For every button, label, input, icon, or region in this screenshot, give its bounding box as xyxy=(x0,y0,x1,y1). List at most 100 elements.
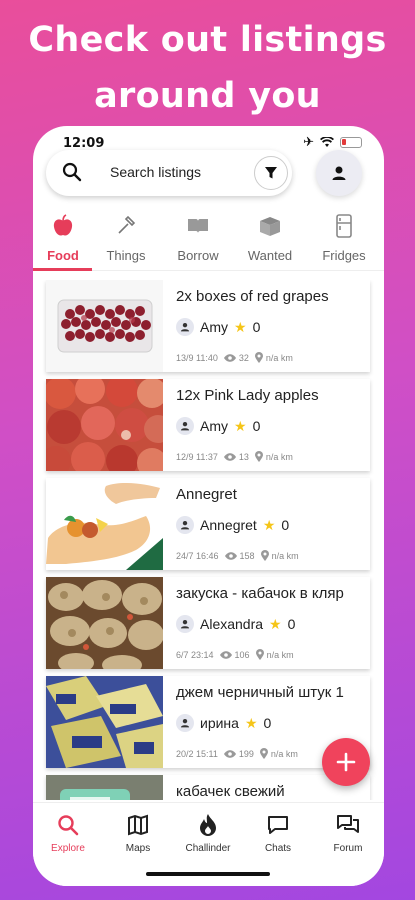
search-input[interactable]: Search listings xyxy=(110,164,201,180)
listing-thumbnail xyxy=(46,478,163,570)
illustration-image xyxy=(46,478,163,570)
nav-maps[interactable]: Maps xyxy=(103,811,173,854)
battery-icon xyxy=(340,137,362,148)
phone-screen: 12:09 ✈ Search listings Food Things Borr… xyxy=(33,126,384,886)
listing-title: закуска - кабачок в кляр xyxy=(176,585,344,602)
listing-date: 12/9 11:37 xyxy=(176,451,218,462)
hammer-icon xyxy=(118,215,136,234)
star-icon: ★ xyxy=(234,318,247,335)
user-icon xyxy=(180,718,190,728)
tab-things[interactable]: Things xyxy=(91,212,161,263)
search-bar[interactable]: Search listings xyxy=(46,150,292,196)
nav-forum[interactable]: Forum xyxy=(313,811,383,854)
star-icon: ★ xyxy=(262,516,276,533)
user-icon xyxy=(180,520,190,530)
snack-image xyxy=(46,577,163,669)
listing-meta: 6/7 23:14 106 n/a km xyxy=(176,649,294,660)
listing-card[interactable]: Annegret Annegret ★ 0 24/7 16:46 158 n/a… xyxy=(46,478,370,570)
listing-card[interactable]: джем черничный штук 1 ирина ★ 0 20/2 15:… xyxy=(46,676,370,768)
tab-food[interactable]: Food xyxy=(33,212,98,263)
nav-explore[interactable]: Explore xyxy=(33,811,103,854)
listing-date: 20/2 15:11 xyxy=(176,748,218,759)
tab-borrow[interactable]: Borrow xyxy=(163,212,233,263)
user-name: Alexandra xyxy=(200,616,264,632)
tab-label: Things xyxy=(106,248,146,263)
listing-user: Annegret ★ 0 xyxy=(176,516,289,534)
listing-distance: n/a km xyxy=(270,748,298,759)
nav-label: Challinder xyxy=(185,843,231,854)
listing-meta: 24/7 16:46 158 n/a km xyxy=(176,550,299,561)
star-icon: ★ xyxy=(269,615,282,632)
user-icon xyxy=(332,166,346,180)
add-listing-button[interactable] xyxy=(322,738,370,786)
promo-line-1: Check out listings xyxy=(28,20,387,60)
listing-card[interactable]: 12x Pink Lady apples Amy ★ 0 12/9 11:37 … xyxy=(46,379,370,471)
listing-user: Alexandra ★ 0 xyxy=(176,615,295,633)
listing-thumbnail xyxy=(46,676,163,768)
listing-title: Annegret xyxy=(176,486,237,503)
listing-views: 13 xyxy=(238,451,249,462)
listing-thumbnail xyxy=(46,775,163,800)
promo-line-2: around you xyxy=(94,76,321,116)
listings-list[interactable]: 2x boxes of red grapes Amy ★ 0 13/9 11:4… xyxy=(33,280,384,800)
eye-icon xyxy=(223,452,236,461)
nav-label: Explore xyxy=(51,843,85,854)
filter-button[interactable] xyxy=(254,156,288,190)
listing-user: ирина ★ 0 xyxy=(176,714,271,732)
filter-icon xyxy=(265,167,277,179)
location-pin-icon xyxy=(254,352,263,363)
map-icon xyxy=(128,814,148,836)
user-icon xyxy=(180,619,190,629)
grapes-image xyxy=(46,280,163,372)
box-icon xyxy=(260,217,280,236)
apple-icon xyxy=(53,214,73,236)
listing-card[interactable]: кабачек свежий xyxy=(46,775,370,800)
location-pin-icon xyxy=(255,649,264,660)
user-name: Amy xyxy=(200,319,228,335)
status-time: 12:09 xyxy=(63,136,105,151)
listing-distance: n/a km xyxy=(265,451,293,462)
avatar xyxy=(176,417,194,435)
tab-label: Borrow xyxy=(177,248,219,263)
eye-icon xyxy=(223,749,236,758)
listing-card[interactable]: 2x boxes of red grapes Amy ★ 0 13/9 11:4… xyxy=(46,280,370,372)
listing-user: Amy ★ 0 xyxy=(176,318,260,336)
tab-wanted[interactable]: Wanted xyxy=(235,212,305,263)
nav-label: Maps xyxy=(125,843,151,854)
chat-icon xyxy=(268,816,288,834)
fridge-icon xyxy=(336,214,352,238)
location-pin-icon xyxy=(259,748,268,759)
eye-icon xyxy=(224,551,237,560)
user-rating: 0 xyxy=(252,319,261,335)
search-icon xyxy=(58,815,79,836)
tab-label: Food xyxy=(47,248,79,263)
listing-date: 6/7 23:14 xyxy=(176,649,214,660)
listing-meta: 13/9 11:40 32 n/a km xyxy=(176,352,293,363)
airplane-icon: ✈ xyxy=(303,135,314,150)
listing-thumbnail xyxy=(46,280,163,372)
listing-title: 12x Pink Lady apples xyxy=(176,387,319,404)
listing-distance: n/a km xyxy=(265,352,293,363)
tab-label: Wanted xyxy=(247,248,293,263)
nav-challinder[interactable]: Challinder xyxy=(173,811,243,854)
user-name: Annegret xyxy=(200,517,257,533)
wifi-icon xyxy=(320,137,334,147)
listing-card[interactable]: закуска - кабачок в кляр Alexandra ★ 0 6… xyxy=(46,577,370,669)
profile-button[interactable] xyxy=(316,150,362,196)
listing-distance: n/a km xyxy=(271,550,299,561)
search-icon xyxy=(62,162,82,182)
user-icon xyxy=(180,421,190,431)
zucchini-image xyxy=(46,775,163,800)
listing-thumbnail xyxy=(46,379,163,471)
nav-chats[interactable]: Chats xyxy=(243,811,313,854)
category-tabs: Food Things Borrow Wanted Fridges xyxy=(33,212,384,272)
user-name: ирина xyxy=(200,715,239,731)
listing-meta: 12/9 11:37 13 n/a km xyxy=(176,451,293,462)
active-tab-indicator xyxy=(33,268,92,271)
avatar xyxy=(176,516,194,534)
listing-views: 106 xyxy=(234,649,250,660)
listing-distance: n/a km xyxy=(266,649,294,660)
location-pin-icon xyxy=(260,550,269,561)
star-icon: ★ xyxy=(234,417,247,434)
tab-fridges[interactable]: Fridges xyxy=(309,212,379,263)
